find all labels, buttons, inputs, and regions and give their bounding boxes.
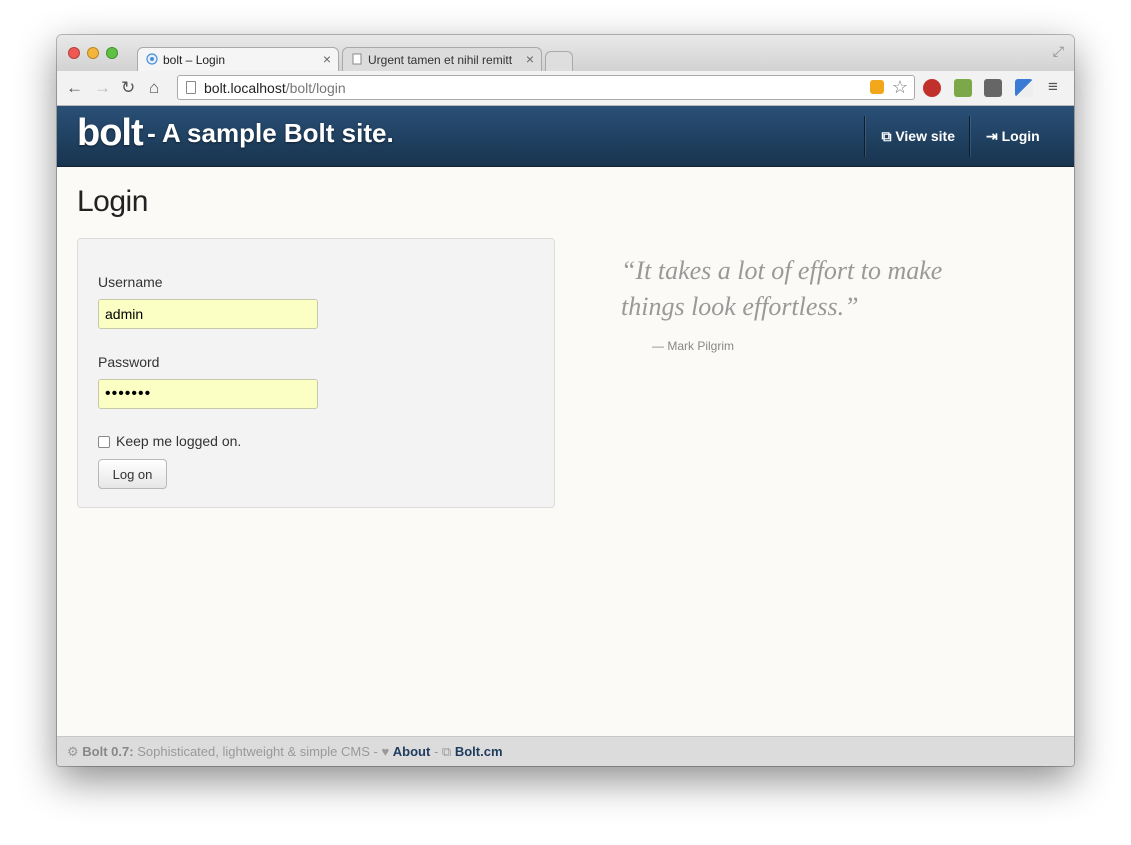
- adblock-icon[interactable]: [923, 79, 941, 97]
- external-link-icon: ⧉: [441, 744, 452, 759]
- view-site-label: View site: [895, 128, 955, 144]
- browser-tab-active[interactable]: bolt – Login ×: [137, 47, 339, 71]
- brand-name: bolt: [77, 112, 144, 154]
- username-input[interactable]: [98, 299, 318, 329]
- window-close-button[interactable]: [68, 47, 80, 59]
- page-icon: [186, 81, 196, 94]
- username-label: Username: [98, 274, 163, 290]
- tab-title: Urgent tamen et nihil remitt: [368, 53, 513, 67]
- browser-window: bolt – Login × Urgent tamen et nihil rem…: [57, 35, 1074, 766]
- fullscreen-icon[interactable]: ⤢: [1053, 43, 1064, 60]
- clipper-icon[interactable]: [984, 79, 1002, 97]
- site-header: bolt - A sample Bolt site. ⧉ View site ⇥…: [57, 106, 1074, 167]
- close-tab-icon[interactable]: ×: [526, 51, 534, 67]
- quote-author: — Mark Pilgrim: [652, 339, 735, 353]
- window-minimize-button[interactable]: [87, 47, 99, 59]
- close-tab-icon[interactable]: ×: [323, 51, 331, 67]
- page-title: Login: [77, 185, 148, 218]
- forward-arrow-icon[interactable]: →: [94, 78, 111, 98]
- gear-icon: ⚙: [67, 744, 79, 759]
- delicious-icon[interactable]: [1015, 79, 1033, 97]
- bookmark-star-icon[interactable]: ☆: [892, 77, 908, 98]
- window-maximize-button[interactable]: [106, 47, 118, 59]
- page-icon: [352, 53, 362, 65]
- browser-titlebar: bolt – Login × Urgent tamen et nihil rem…: [57, 35, 1074, 71]
- url-text[interactable]: bolt.localhost/bolt/login: [204, 80, 346, 96]
- evernote-icon[interactable]: [954, 79, 972, 97]
- about-link[interactable]: About: [393, 744, 431, 759]
- view-site-link[interactable]: ⧉ View site: [864, 116, 971, 157]
- bolt-cm-link[interactable]: Bolt.cm: [455, 744, 503, 759]
- reload-icon[interactable]: ↻: [121, 78, 135, 98]
- address-bar[interactable]: bolt.localhost/bolt/login ☆: [177, 75, 915, 100]
- heart-icon: ♥: [381, 744, 390, 759]
- password-input[interactable]: •••••••: [98, 379, 318, 409]
- url-host: bolt.localhost: [204, 80, 286, 96]
- login-form: Username Password ••••••• Keep me logged…: [77, 238, 555, 508]
- new-tab-button[interactable]: [545, 51, 573, 71]
- footer-separator: -: [433, 744, 439, 759]
- password-label: Password: [98, 354, 160, 370]
- remember-me-label[interactable]: Keep me logged on.: [116, 433, 241, 449]
- login-link[interactable]: ⇥ Login: [969, 116, 1074, 157]
- tab-title: bolt – Login: [163, 53, 226, 67]
- shield-extension-icon[interactable]: [870, 80, 884, 94]
- brand-tagline: - A sample Bolt site.: [147, 118, 394, 148]
- login-label: Login: [1001, 128, 1040, 144]
- remember-me-checkbox[interactable]: [98, 436, 110, 448]
- site-footer: ⚙ Bolt 0.7: Sophisticated, lightweight &…: [57, 736, 1074, 766]
- site-brand[interactable]: bolt - A sample Bolt site.: [77, 112, 394, 155]
- menu-icon[interactable]: ≡: [1048, 77, 1058, 97]
- log-on-button[interactable]: Log on: [98, 459, 167, 489]
- home-icon[interactable]: ⌂: [149, 78, 159, 98]
- bolt-favicon-icon: [146, 53, 158, 65]
- url-path: /bolt/login: [285, 80, 346, 96]
- external-link-icon: ⧉: [881, 128, 892, 144]
- browser-tab[interactable]: Urgent tamen et nihil remitt ×: [342, 47, 542, 71]
- back-arrow-icon[interactable]: ←: [66, 78, 83, 98]
- footer-description: Sophisticated, lightweight & simple CMS …: [137, 744, 378, 759]
- footer-version: Bolt 0.7:: [82, 744, 134, 759]
- browser-toolbar: ← → ↻ ⌂ bolt.localhost/bolt/login ☆ ≡: [57, 71, 1074, 106]
- quote-text: “It takes a lot of effort to make things…: [621, 256, 943, 321]
- sign-in-icon: ⇥: [986, 128, 998, 144]
